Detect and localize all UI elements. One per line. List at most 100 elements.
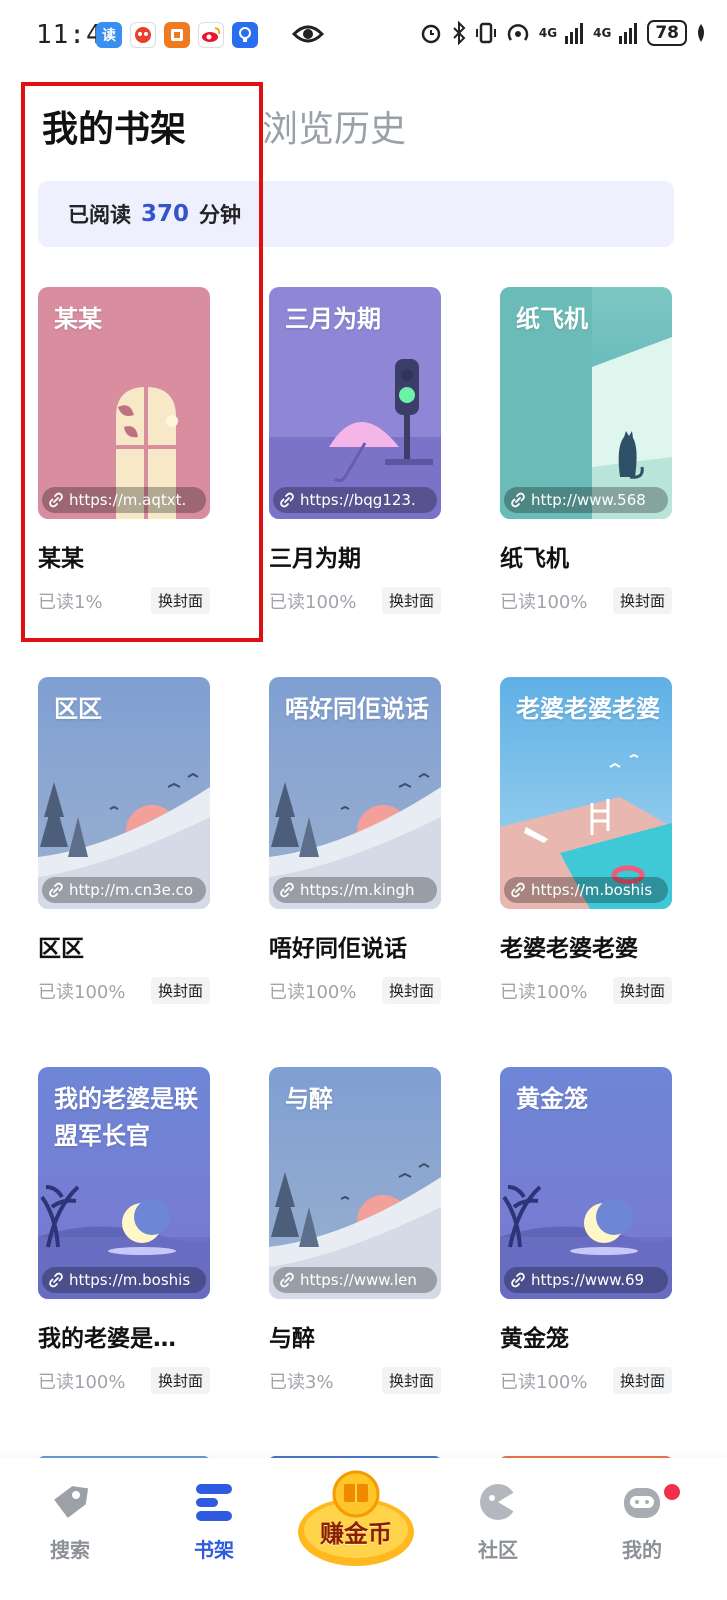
battery-level: 78 [647, 20, 687, 46]
book-item[interactable]: 纸飞机 http://www.568 纸飞机已读100% 换封面 [500, 287, 672, 614]
read-progress: 已读100% [500, 1371, 588, 1393]
book-meta: 已读100% 换封面 [269, 977, 441, 1004]
book-cover[interactable]: 唔好同佢说话 https://m.kingh [269, 677, 441, 909]
nav-community[interactable]: 社区 [448, 1478, 548, 1563]
nav-bookshelf[interactable]: 书架 [164, 1478, 264, 1563]
book-meta: 已读1% 换封面 [38, 587, 210, 614]
source-url-chip: https://m.aqtxt. [42, 487, 206, 513]
book-cover[interactable]: 黄金笼 https://www.69 [500, 1067, 672, 1299]
source-url-chip: https://bqg123. [273, 487, 437, 513]
source-url: https://m.boshis [69, 1271, 191, 1289]
status-bar: 11:43 读 4G 4G 78 [0, 0, 727, 72]
read-progress: 已读1% [38, 591, 103, 613]
reading-suffix: 分钟 [199, 203, 242, 227]
cover-title: 纸飞机 [516, 305, 588, 333]
read-progress: 已读100% [269, 591, 357, 613]
cover-title: 唔好同佢说话 [285, 695, 429, 723]
cover-title: 老婆老婆老婆 [516, 695, 660, 723]
book-title[interactable]: 唔好同佢说话 [269, 929, 441, 963]
signal-label: 4G [593, 26, 612, 40]
app-notification-icon: 读 [96, 22, 122, 48]
hotspot-icon [507, 24, 529, 41]
book-meta: 已读100% 换封面 [269, 587, 441, 614]
book-meta: 已读100% 换封面 [38, 1367, 210, 1394]
source-url: http://www.568 [531, 491, 646, 509]
book-title[interactable]: 老婆老婆老婆 [500, 929, 672, 963]
read-progress: 已读100% [38, 981, 126, 1003]
nav-bookshelf-label: 书架 [194, 1538, 234, 1562]
book-item[interactable]: 老婆老婆老婆 https://m.boshis 老婆老婆老婆 已读100% 换封面 [500, 677, 672, 1004]
bluetooth-icon [453, 21, 466, 45]
tag-search-icon [54, 1486, 89, 1518]
nav-mine[interactable]: 我的 [592, 1478, 692, 1563]
signal-icon [565, 23, 584, 44]
source-url: https://m.boshis [531, 881, 653, 899]
source-url-chip: https://www.69 [504, 1267, 668, 1293]
change-cover-button[interactable]: 换封面 [381, 587, 441, 614]
source-url-chip: https://www.len [273, 1267, 437, 1293]
change-cover-button[interactable]: 换封面 [381, 977, 441, 1004]
book-meta: 已读100% 换封面 [38, 977, 210, 1004]
reading-minutes: 370 [141, 201, 190, 227]
book-cover[interactable]: 区区 http://m.cn3e.co [38, 677, 210, 909]
book-title[interactable]: 某某 [38, 539, 210, 573]
change-cover-button[interactable]: 换封面 [612, 977, 672, 1004]
cover-title: 我的老婆是联盟军长官 [54, 1085, 198, 1150]
cover-title: 三月为期 [285, 305, 381, 333]
book-cover[interactable]: 纸飞机 http://www.568 [500, 287, 672, 519]
book-cover[interactable]: 我的老婆是联盟军长官 https://m.boshis [38, 1067, 210, 1299]
signal-icon [619, 23, 638, 44]
tab-my-bookshelf[interactable]: 我的书架 [42, 100, 186, 152]
link-icon [280, 1272, 294, 1288]
book-cover[interactable]: 某某 https://m.aqtxt. [38, 287, 210, 519]
app-notification-icon [130, 22, 156, 48]
reading-time-banner: 已阅读 370 分钟 [38, 181, 674, 247]
tab-browse-history[interactable]: 浏览历史 [262, 100, 406, 152]
link-icon [280, 492, 294, 508]
link-icon [511, 1272, 525, 1288]
book-item[interactable]: 唔好同佢说话 https://m.kingh 唔好同佢说话 已读100% 换封面 [269, 677, 441, 1004]
source-url-chip: http://m.cn3e.co [42, 877, 206, 903]
link-icon [280, 882, 294, 898]
link-icon [49, 1272, 63, 1288]
cover-title: 区区 [54, 695, 102, 723]
book-title[interactable]: 三月为期 [269, 539, 441, 573]
bulb-icon [232, 22, 258, 48]
book-item[interactable]: 某某 https://m.aqtxt. 某某已读1% 换封面 [38, 287, 210, 614]
book-title[interactable]: 纸飞机 [500, 539, 672, 573]
nav-search[interactable]: 搜索 [20, 1478, 120, 1563]
book-title[interactable]: 区区 [38, 929, 210, 963]
earn-coins-label: 赚金币 [320, 1520, 392, 1548]
earn-coins-button[interactable]: 赚金币 [294, 1466, 418, 1576]
book-item[interactable]: 三月为期 https://bqg123. 三月为期已读100% 换封面 [269, 287, 441, 614]
book-cover[interactable]: 与醉 https://www.len [269, 1067, 441, 1299]
book-cover[interactable]: 老婆老婆老婆 https://m.boshis [500, 677, 672, 909]
change-cover-button[interactable]: 换封面 [381, 1367, 441, 1394]
community-icon [480, 1484, 518, 1520]
change-cover-button[interactable]: 换封面 [612, 1367, 672, 1394]
book-cover[interactable]: 三月为期 https://bqg123. [269, 287, 441, 519]
read-progress: 已读100% [38, 1371, 126, 1393]
source-url: http://m.cn3e.co [69, 881, 194, 899]
notification-dot [664, 1484, 680, 1500]
book-item[interactable]: 与醉 https://www.len 与醉已读3% 换封面 [269, 1067, 441, 1394]
source-url-chip: https://m.boshis [504, 877, 668, 903]
book-item[interactable]: 我的老婆是联盟军长官 https://m.boshis 我的老婆是… 已读100% 换封… [38, 1067, 210, 1394]
weibo-icon [198, 22, 224, 48]
book-title[interactable]: 与醉 [269, 1319, 441, 1353]
change-cover-button[interactable]: 换封面 [612, 587, 672, 614]
app-notification-icon [164, 22, 190, 48]
book-title[interactable]: 黄金笼 [500, 1319, 672, 1353]
book-meta: 已读3% 换封面 [269, 1367, 441, 1394]
book-meta: 已读100% 换封面 [500, 587, 672, 614]
book-item[interactable]: 黄金笼 https://www.69 黄金笼已读100% 换封面 [500, 1067, 672, 1394]
source-url: https://m.kingh [300, 881, 415, 899]
read-progress: 已读100% [500, 591, 588, 613]
change-cover-button[interactable]: 换封面 [150, 587, 210, 614]
change-cover-button[interactable]: 换封面 [150, 977, 210, 1004]
cover-title: 与醉 [285, 1085, 333, 1113]
source-url: https://bqg123. [300, 491, 416, 509]
book-item[interactable]: 区区 http://m.cn3e.co 区区已读100% 换封面 [38, 677, 210, 1004]
change-cover-button[interactable]: 换封面 [150, 1367, 210, 1394]
book-title[interactable]: 我的老婆是… [38, 1319, 210, 1353]
